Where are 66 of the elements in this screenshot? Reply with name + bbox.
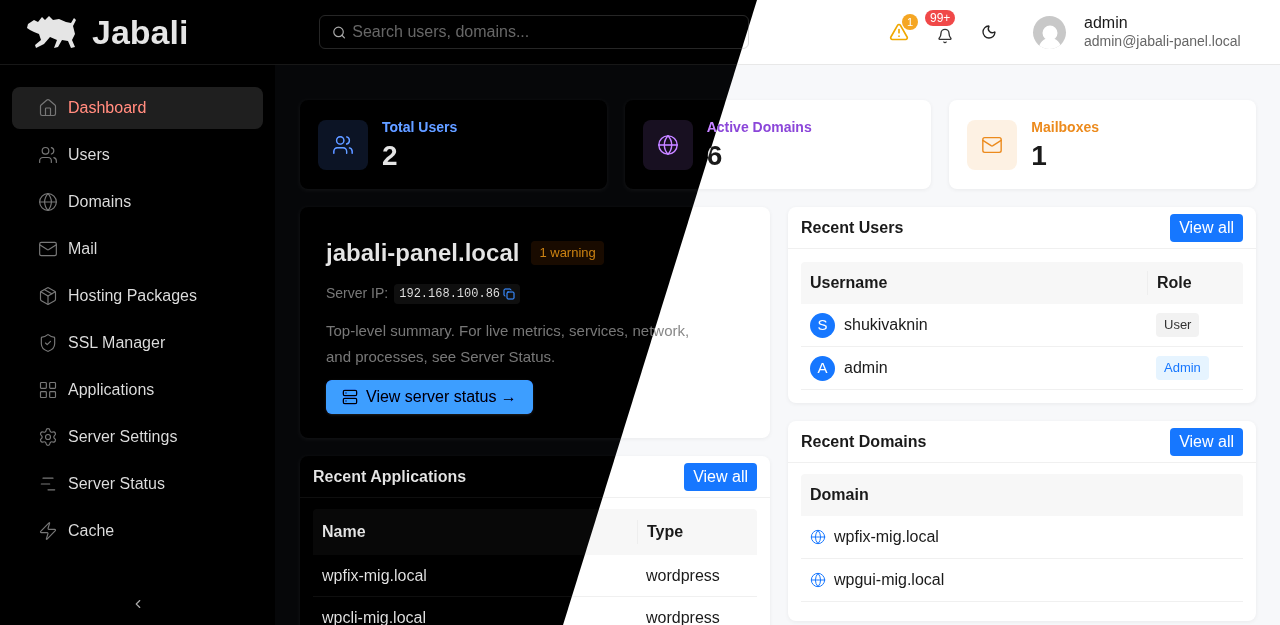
sidebar-item[interactable]: Domains	[12, 181, 263, 223]
sidebar-item[interactable]: Users	[12, 134, 263, 176]
table-cell-text: wpcli-mig.local	[321, 607, 428, 625]
table-cell-text: wpgui-mig.local	[834, 570, 945, 590]
column-header: Role	[1147, 271, 1201, 295]
sidebar-item[interactable]: Hosting Packages	[12, 275, 263, 317]
server-hostname: jabali-panel.local	[326, 238, 520, 268]
globe-icon	[810, 529, 826, 545]
column-header: Name	[321, 522, 367, 542]
warning-badge: 1 warning	[531, 241, 604, 265]
sidebar-item[interactable]: Dashboard	[12, 87, 263, 129]
table-cell-text: admin	[844, 358, 888, 378]
card-title: Recent Domains	[801, 431, 927, 452]
globe-icon	[810, 572, 826, 588]
copy-icon[interactable]	[503, 287, 516, 300]
server-icon	[342, 389, 358, 405]
table-cell-text: wpfix-mig.local	[321, 565, 428, 586]
stat-value: 6	[706, 138, 724, 173]
user-avatar: A	[810, 355, 835, 381]
column-header: Domain	[809, 485, 870, 505]
warning-count-badge: 1	[902, 14, 918, 30]
sidebar-item[interactable]: Server Status	[12, 463, 263, 505]
sidebar-item[interactable]: SSL Manager	[12, 322, 263, 364]
search-input[interactable]: Search users, domains...	[352, 20, 736, 44]
stat-label: Total Users	[382, 117, 458, 137]
role-badge: Admin	[1156, 356, 1209, 380]
card-title: Recent Users	[801, 217, 904, 238]
settings-icon	[38, 427, 58, 447]
user-name: admin	[1084, 13, 1129, 34]
card-title: Recent Applications	[313, 466, 467, 487]
user-avatar: S	[810, 312, 835, 338]
globe-icon	[38, 192, 58, 212]
view-all-button[interactable]: View all	[1170, 213, 1243, 242]
view-server-status-button[interactable]: View server status →	[326, 380, 533, 414]
home-icon	[38, 98, 58, 118]
notification-count-badge: 99+	[925, 10, 956, 26]
sidebar-item[interactable]: Cache	[12, 510, 263, 552]
moon-icon[interactable]	[981, 24, 997, 40]
brand-name: Jabali	[92, 11, 189, 53]
table-cell-text: wordpress	[645, 607, 721, 625]
mail-icon	[38, 239, 58, 259]
stat-label: Mailboxes	[1031, 117, 1100, 137]
stat-value: 1	[1031, 138, 1048, 173]
search-field[interactable]: Search users, domains...	[319, 15, 749, 49]
sidebar-item[interactable]: Server Settings	[12, 416, 263, 458]
server-ip-label: Server IP:	[326, 284, 389, 303]
grid-icon	[38, 380, 58, 400]
users-icon	[38, 145, 58, 165]
shield-icon	[38, 333, 58, 353]
table-cell-text: shukivaknin	[844, 315, 928, 335]
view-all-button[interactable]: View all	[684, 462, 757, 491]
bell-icon[interactable]	[937, 28, 953, 44]
stat-value: 2	[382, 138, 399, 173]
user-email: admin@jabali-panel.local	[1084, 33, 1241, 51]
table-cell-text: wordpress	[645, 565, 721, 586]
server-ip-value: 192.168.100.86	[394, 283, 521, 304]
column-header: Username	[809, 273, 889, 293]
box-icon	[38, 286, 58, 306]
table-cell-text: wpfix-mig.local	[834, 527, 939, 547]
lightning-icon	[38, 521, 58, 541]
sidebar-item[interactable]: Applications	[12, 369, 263, 411]
column-header: Type	[637, 520, 693, 544]
sidebar-item[interactable]: Mail	[12, 228, 263, 270]
search-icon	[332, 24, 347, 40]
view-all-button[interactable]: View all	[1170, 427, 1243, 456]
role-badge: User	[1156, 313, 1200, 337]
